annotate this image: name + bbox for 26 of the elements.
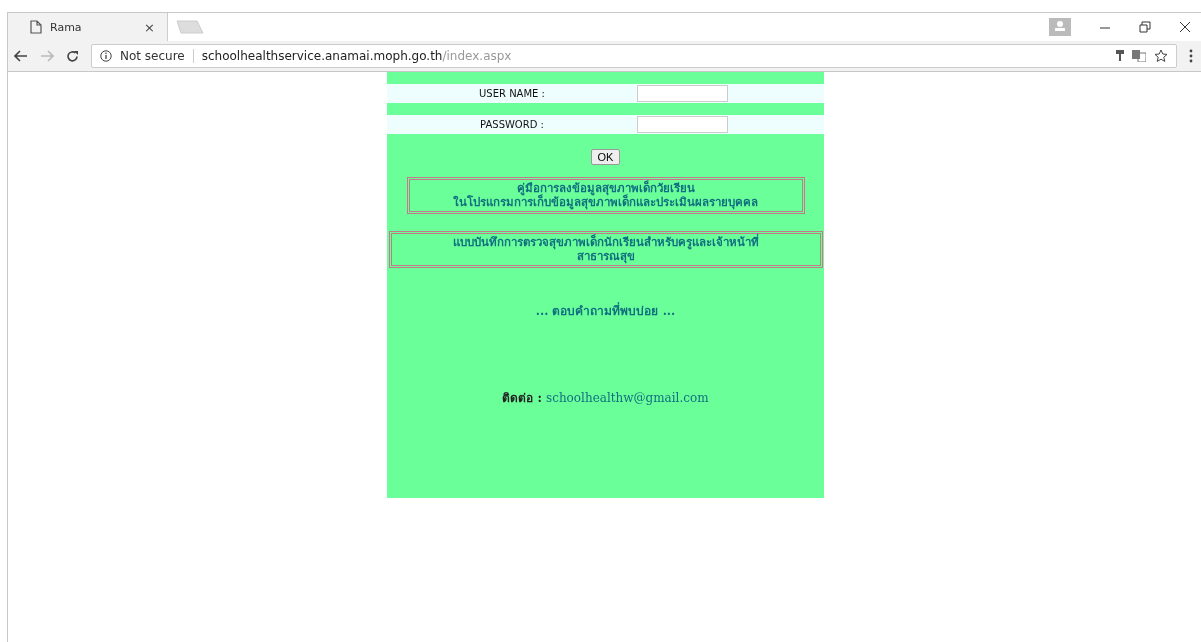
email-link[interactable]: schoolhealthw@gmail.com bbox=[546, 390, 709, 405]
faq-link[interactable]: ... ตอบคำถามที่พบบ่อย ... bbox=[535, 300, 676, 320]
close-icon[interactable] bbox=[1179, 21, 1191, 33]
url-text: schoolhealthservice.anamai.moph.go.th/index.aspx bbox=[201, 49, 512, 63]
address-bar[interactable]: Not secure schoolhealthservice.anamai.moph.go.th/index.aspx bbox=[91, 44, 1177, 68]
reload-icon[interactable] bbox=[66, 49, 79, 63]
key-icon[interactable] bbox=[1116, 50, 1124, 62]
translate-icon[interactable] bbox=[1132, 50, 1146, 62]
star-icon[interactable] bbox=[1154, 49, 1168, 63]
back-icon[interactable] bbox=[14, 50, 28, 62]
restore-icon[interactable] bbox=[1139, 21, 1151, 33]
info-icon bbox=[100, 50, 112, 62]
browser-tab[interactable]: Rama × bbox=[8, 13, 168, 41]
manual-link[interactable]: แบบบันทึกการตรวจสุขภาพเด็กนักเรียนสำหรับครูและเจ้าหน้าที่ สาธารณสุข bbox=[388, 230, 823, 268]
menu-icon[interactable] bbox=[1189, 49, 1193, 63]
field-label: PASSWORD : bbox=[479, 119, 545, 130]
tab-close-button[interactable]: × bbox=[144, 19, 155, 35]
field-label: USER NAME : bbox=[478, 88, 546, 99]
input-field[interactable] bbox=[637, 116, 728, 133]
contact-label: ติดต่อ : bbox=[502, 389, 542, 407]
tab-title: Rama bbox=[50, 20, 83, 34]
manual-link[interactable]: คู่มือการลงข้อมูลสุขภาพเด็กวัยเรียน ในโปรแกรมการเก็บข้อมูลสุขภาพเด็กและประเมินผลรายบุคคล bbox=[406, 177, 805, 214]
security-label: Not secure bbox=[120, 49, 185, 63]
input-field[interactable] bbox=[637, 85, 728, 102]
page-icon bbox=[30, 20, 42, 34]
ok-button[interactable]: OK bbox=[590, 149, 621, 165]
